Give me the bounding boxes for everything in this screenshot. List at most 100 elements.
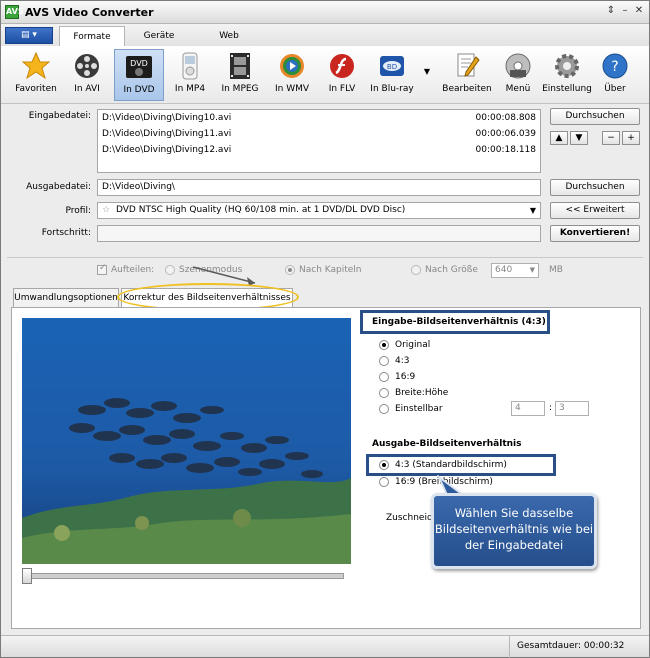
ipod-icon	[182, 52, 198, 80]
gear-icon	[555, 54, 579, 78]
convert-button[interactable]: Konvertieren!	[550, 225, 640, 242]
to-mpeg-button[interactable]: In MPEG	[215, 49, 265, 101]
tab-web[interactable]: Web	[199, 26, 259, 46]
tab-geraete[interactable]: Geräte	[129, 26, 189, 46]
output-aspect-radio[interactable]	[379, 477, 389, 487]
output-aspect-radio[interactable]	[379, 460, 389, 470]
to-dvd-label: In DVD	[123, 85, 155, 95]
settings-label: Einstellung	[542, 84, 592, 94]
menu-grid-icon: ▤ ▾	[21, 30, 37, 40]
edit-label: Bearbeiten	[442, 84, 492, 94]
film-strip-icon	[230, 53, 250, 79]
divider	[7, 257, 643, 258]
file-path: D:\Video\Diving\Diving12.avi	[102, 145, 232, 155]
to-mp4-button[interactable]: In MP4	[167, 49, 213, 101]
to-mpeg-label: In MPEG	[221, 84, 259, 94]
input-aspect-option-label: 16:9	[395, 372, 416, 382]
file-duration: 00:00:08.808	[475, 113, 536, 123]
move-down-button[interactable]: ▼	[570, 131, 588, 145]
list-item[interactable]: D:\Video\Diving\Diving12.avi 00:00:18.11…	[102, 145, 536, 161]
split-checkbox[interactable]: ✓	[97, 263, 107, 275]
size-value: 640	[495, 265, 513, 275]
close-icon[interactable]: ✕	[633, 5, 645, 17]
list-item[interactable]: D:\Video\Diving\Diving10.avi 00:00:08.80…	[102, 113, 536, 129]
output-file-label: Ausgabedatei:	[26, 182, 91, 192]
favorites-button[interactable]: Favoriten	[9, 49, 63, 101]
underwater-fish-image	[22, 318, 351, 564]
input-aspect-radio[interactable]	[379, 356, 389, 366]
arrow-down-icon: ▼	[575, 133, 583, 143]
input-aspect-title: Eingabe-Bildseitenverhältnis (4:3)	[372, 317, 546, 327]
menu-label: Menü	[505, 84, 531, 94]
star-icon	[21, 51, 51, 80]
flash-icon	[330, 54, 354, 78]
preview-seek-thumb[interactable]	[22, 568, 32, 584]
more-formats-button[interactable]: ▼	[419, 49, 435, 101]
file-path: D:\Video\Diving\Diving11.avi	[102, 129, 232, 139]
wmv-icon	[280, 54, 304, 78]
bluray-icon: BD	[380, 56, 404, 76]
tab-conversion-options[interactable]: Umwandlungsoptionen	[13, 288, 119, 307]
menu-button[interactable]: Menü	[495, 49, 541, 101]
add-file-button[interactable]: +	[622, 131, 640, 145]
to-wmv-label: In WMV	[274, 84, 310, 94]
progress-bar	[97, 225, 541, 242]
input-aspect-radio[interactable]	[379, 388, 389, 398]
dvd-icon: DVD	[126, 56, 152, 78]
chevron-down-icon: ▼	[423, 67, 431, 76]
input-browse-button[interactable]: Durchsuchen	[550, 108, 640, 125]
to-bluray-button[interactable]: BD In Blu-ray	[367, 49, 417, 101]
tab-formate[interactable]: Formate	[59, 26, 125, 46]
input-file-list[interactable]: D:\Video\Diving\Diving10.avi 00:00:08.80…	[97, 109, 541, 173]
file-duration: 00:00:06.039	[475, 129, 536, 139]
file-form: Eingabedatei: D:\Video\Diving\Diving10.a…	[1, 105, 649, 253]
to-wmv-button[interactable]: In WMV	[267, 49, 317, 101]
edit-button[interactable]: Bearbeiten	[441, 49, 493, 101]
input-file-label: Eingabedatei:	[28, 111, 91, 121]
about-button[interactable]: ? Über	[595, 49, 635, 101]
preview-seek-track[interactable]	[26, 573, 344, 579]
file-duration: 00:00:18.118	[475, 145, 536, 155]
input-aspect-option-label: 4:3	[395, 356, 410, 366]
split-label: Aufteilen:	[111, 265, 155, 275]
size-unit: MB	[549, 265, 563, 275]
to-avi-label: In AVI	[74, 84, 100, 94]
input-aspect-option-label: Breite:Höhe	[395, 388, 449, 398]
to-mp4-label: In MP4	[174, 84, 206, 94]
by-size-label: Nach Größe	[425, 265, 478, 275]
profile-value: DVD NTSC High Quality (HQ 60/108 min. at…	[116, 205, 406, 215]
to-avi-button[interactable]: In AVI	[63, 49, 111, 101]
size-select[interactable]: 640 ▼	[491, 263, 539, 278]
move-up-button[interactable]: ▲	[550, 131, 568, 145]
to-dvd-button[interactable]: DVD In DVD	[114, 49, 164, 101]
to-flv-button[interactable]: In FLV	[319, 49, 365, 101]
input-aspect-radio[interactable]	[379, 340, 389, 350]
to-bluray-label: In Blu-ray	[370, 84, 414, 94]
profile-select[interactable]: ☆ DVD NTSC High Quality (HQ 60/108 min. …	[97, 202, 541, 219]
minimize-icon[interactable]: –	[619, 5, 631, 17]
format-toolbar: Favoriten In AVI DVD In DVD In MP4 In MP…	[1, 46, 649, 104]
ratio-separator: :	[549, 403, 553, 413]
output-path-field[interactable]: D:\Video\Diving\	[97, 179, 541, 196]
input-aspect-option-label: Original	[395, 340, 431, 350]
list-item[interactable]: D:\Video\Diving\Diving11.avi 00:00:06.03…	[102, 129, 536, 145]
restore-icon[interactable]: ⇕	[605, 5, 617, 17]
advanced-button[interactable]: << Erweitert	[550, 202, 640, 219]
by-size-radio[interactable]	[411, 265, 421, 275]
input-aspect-radio[interactable]	[379, 404, 389, 414]
to-flv-label: In FLV	[328, 84, 356, 94]
output-aspect-title: Ausgabe-Bildseitenverhältnis	[372, 439, 522, 449]
custom-width-field[interactable]: 4	[511, 401, 545, 416]
settings-button[interactable]: Einstellung	[541, 49, 593, 101]
scene-mode-radio[interactable]	[165, 265, 175, 275]
output-browse-button[interactable]: Durchsuchen	[550, 179, 640, 196]
svg-text:BD: BD	[387, 63, 397, 71]
app-menu-button[interactable]: ▤ ▾	[5, 27, 53, 44]
remove-file-button[interactable]: −	[602, 131, 620, 145]
plus-icon: +	[627, 133, 635, 143]
input-aspect-radio[interactable]	[379, 372, 389, 382]
custom-height-field[interactable]: 3	[555, 401, 589, 416]
aspect-panel: Eingabe-Bildseitenverhältnis (4:3) Origi…	[11, 307, 641, 629]
svg-text:?: ?	[611, 59, 618, 75]
by-chapters-radio[interactable]	[285, 265, 295, 275]
